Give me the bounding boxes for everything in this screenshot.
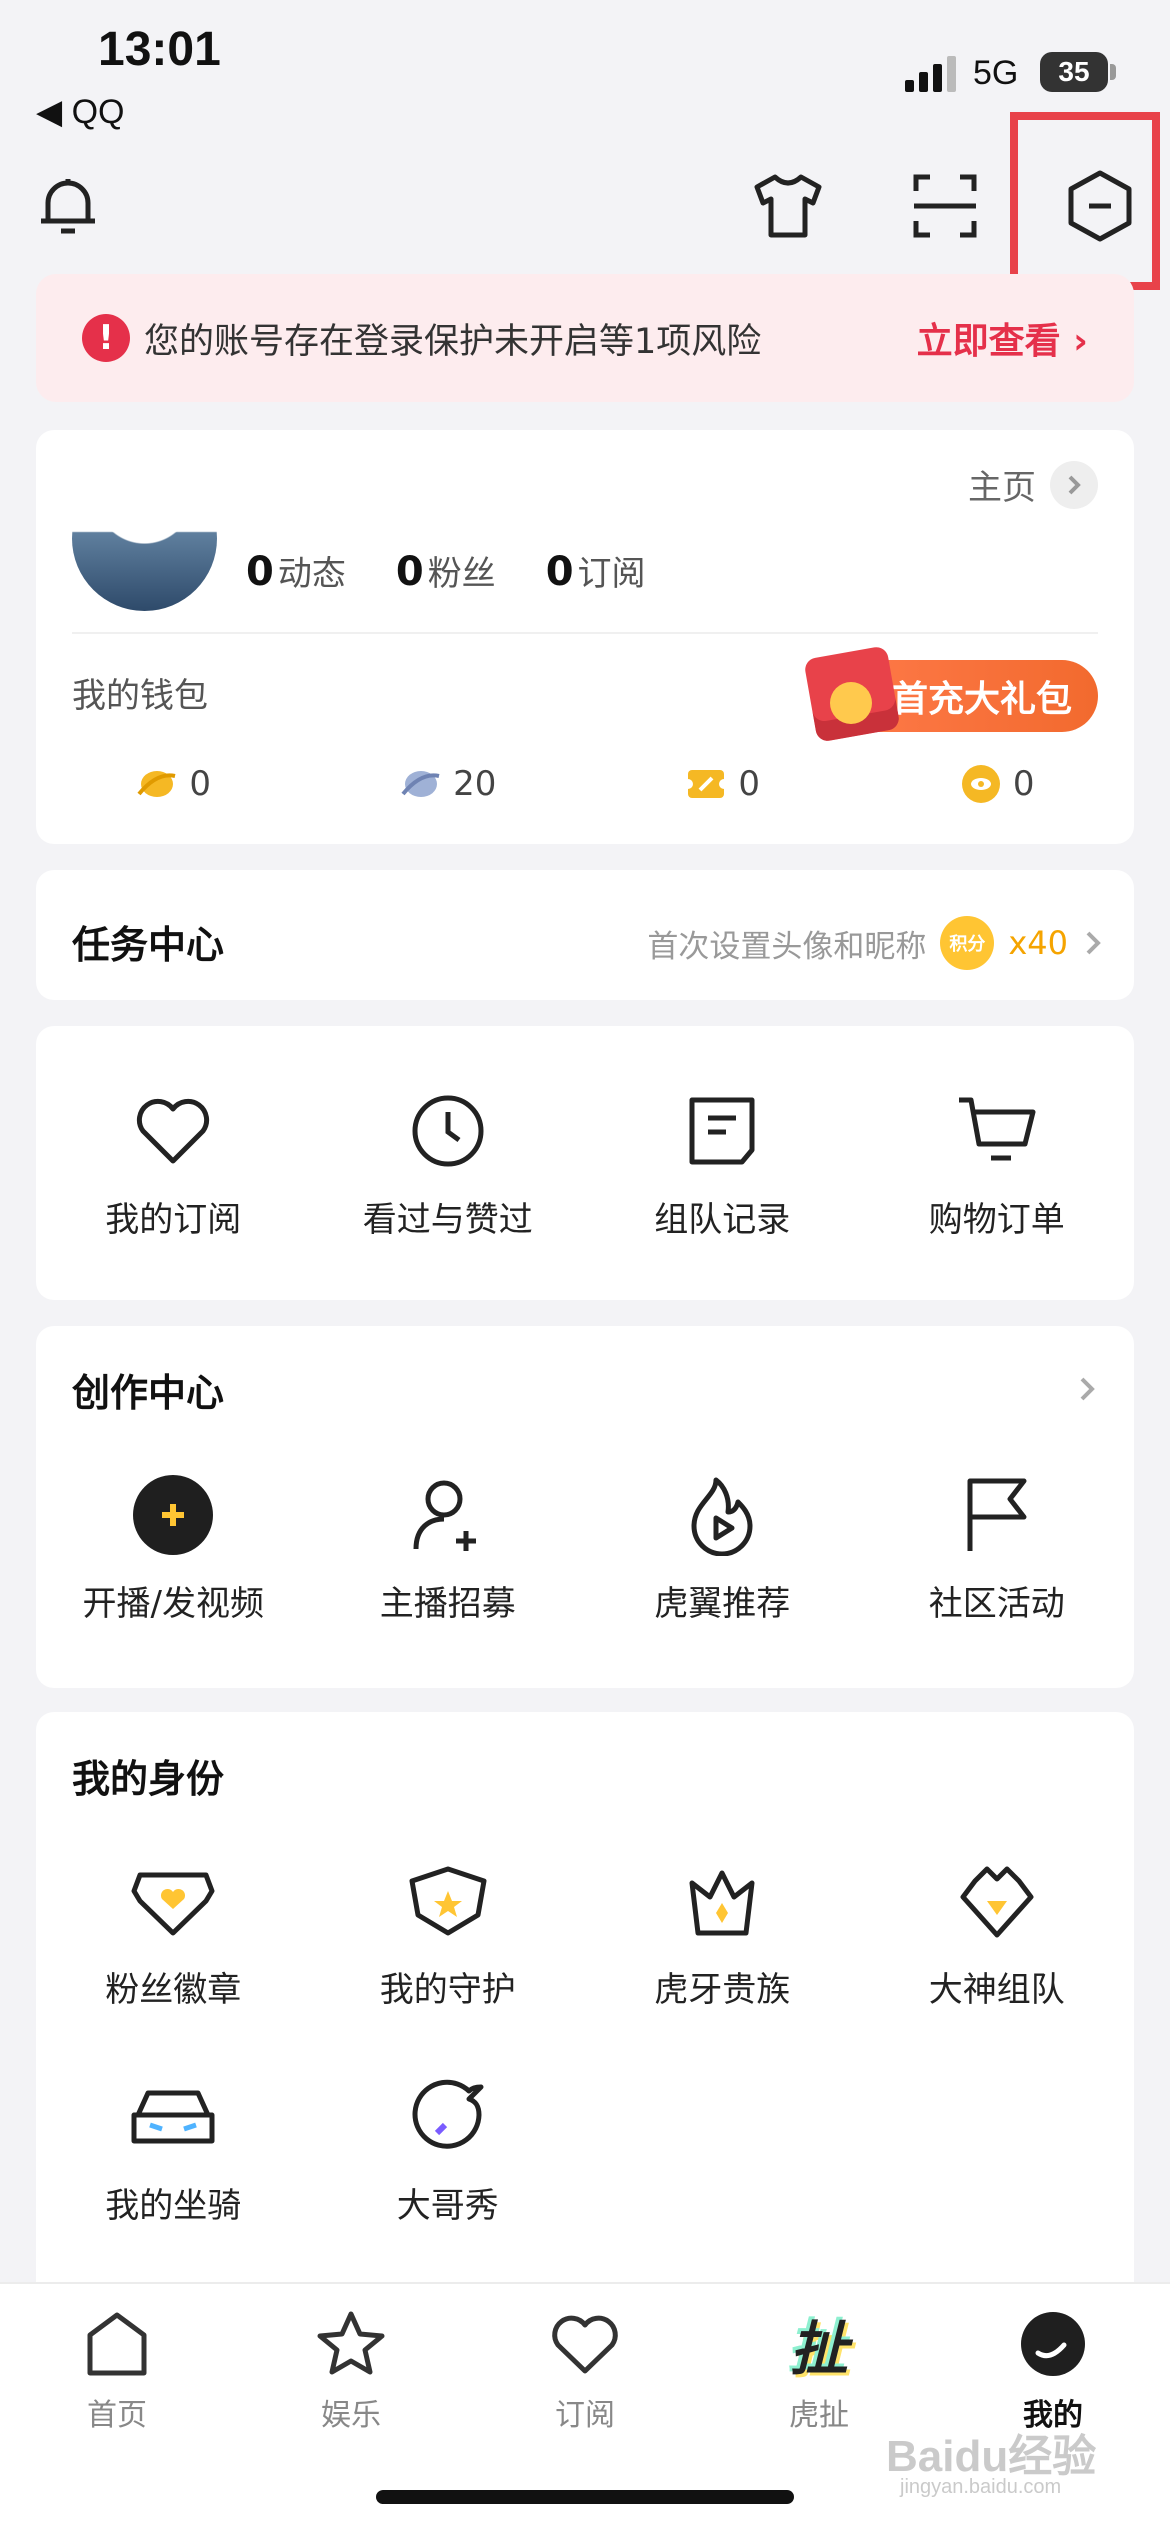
creation-center-title: 创作中心 [72, 1371, 225, 1415]
gold-bean-icon [137, 771, 176, 797]
profile-stats: 0 动态 0 粉丝 0 订阅 [246, 546, 646, 595]
go-live-item[interactable]: 开播/发视频 [36, 1470, 311, 1625]
huyi-recommend-item[interactable]: 虎翼推荐 [585, 1470, 860, 1625]
status-time: 13:01 [98, 23, 221, 76]
identity-title: 我的身份 [72, 1757, 225, 1801]
chevron-right-icon [1050, 460, 1098, 509]
chevron-right-icon [1086, 931, 1101, 955]
home-indicator[interactable] [376, 2490, 794, 2504]
flag-icon [967, 1478, 1027, 1551]
big-brother-show-item[interactable]: 大哥秀 [311, 2072, 586, 2227]
team-record-icon [689, 1097, 755, 1165]
tab-subscribe[interactable]: 订阅 [468, 2304, 702, 2434]
coin-icon [961, 765, 1000, 803]
creation-center-card: 创作中心 开播/发视频 主播招募 虎翼推荐 社区活动 [36, 1326, 1134, 1688]
fan-badge-item[interactable]: 粉丝徽章 [36, 1856, 311, 2011]
stat-fans[interactable]: 0 粉丝 [396, 546, 496, 595]
wallet-coin[interactable]: 0 [860, 762, 1135, 806]
profile-home-link[interactable]: 主页 [968, 460, 1098, 509]
streamer-recruit-item[interactable]: 主播招募 [311, 1470, 586, 1625]
view-now-link[interactable]: 立即查看 › [917, 312, 1088, 364]
avatar[interactable] [72, 466, 217, 611]
heart-icon [137, 1098, 210, 1164]
clock-icon [412, 1095, 484, 1167]
flame-play-icon [691, 1477, 753, 1556]
risk-banner[interactable]: ! 您的账号存在登录保护未开启等1项风险 立即查看 › [36, 274, 1134, 402]
wallet-label: 我的钱包 [72, 676, 208, 716]
stat-posts[interactable]: 0 动态 [246, 546, 346, 595]
my-mount-item[interactable]: 我的坐骑 [36, 2072, 311, 2227]
risk-text: 您的账号存在登录保护未开启等1项风险 [144, 321, 762, 362]
huya-noble-item[interactable]: 虎牙贵族 [585, 1856, 860, 2011]
wallet-row: 0 20 0 0 [36, 762, 1134, 806]
plus-circle-icon [133, 1475, 214, 1555]
diamond-crown-icon [960, 1866, 1034, 1938]
wallet-gold-bean[interactable]: 0 [36, 762, 311, 806]
task-hint[interactable]: 首次设置头像和昵称 积分 x40 [647, 916, 1104, 970]
watched-liked-item[interactable]: 看过与赞过 [311, 1086, 586, 1241]
huche-icon: 扯 [789, 2315, 848, 2383]
crown-icon [689, 1870, 755, 1936]
battery-icon: 35 [1040, 52, 1108, 92]
task-center-title: 任务中心 [72, 923, 225, 967]
stat-subscriptions[interactable]: 0 订阅 [546, 546, 646, 595]
profile-icon [1021, 2312, 1085, 2376]
shopping-orders-item[interactable]: 购物订单 [860, 1086, 1135, 1241]
cart-icon [958, 1097, 1036, 1161]
tab-huche[interactable]: 扯 虎扯 [702, 2304, 936, 2434]
task-hint-text: 首次设置头像和昵称 [647, 928, 927, 965]
highlight-box [1010, 112, 1160, 290]
watermark-url: jingyan.baidu.com [900, 2476, 1062, 2498]
alert-icon: ! [82, 314, 130, 362]
chevron-right-icon[interactable] [1076, 1374, 1098, 1404]
back-to-app-link[interactable]: ◀ QQ [36, 92, 125, 132]
home-icon [87, 2312, 147, 2376]
heart-icon [552, 2315, 618, 2374]
star-icon [317, 2311, 385, 2375]
add-user-icon [413, 1480, 476, 1551]
divider [72, 632, 1098, 634]
identity-card: 我的身份 粉丝徽章 我的守护 虎牙贵族 大神组队 我的坐骑 大哥秀 [36, 1712, 1134, 2312]
wallet-silver-bean[interactable]: 20 [311, 762, 586, 806]
home-link-label: 主页 [968, 468, 1036, 508]
shirt-icon[interactable] [738, 156, 838, 256]
master-team-item[interactable]: 大神组队 [860, 1856, 1135, 2011]
community-events-item[interactable]: 社区活动 [860, 1470, 1135, 1625]
team-records-item[interactable]: 组队记录 [585, 1086, 860, 1241]
profile-card: 0 动态 0 粉丝 0 订阅 主页 我的钱包 首充大礼包 0 20 0 0 [36, 430, 1134, 844]
bubble-icon [412, 2079, 484, 2149]
tab-mine[interactable]: 我的 [936, 2304, 1170, 2434]
fan-badge-icon [131, 1872, 215, 1936]
battery-cap [1110, 64, 1116, 80]
signal-icon [905, 52, 957, 92]
coin-decoration-icon [830, 682, 872, 724]
my-guard-item[interactable]: 我的守护 [311, 1856, 586, 2011]
ticket-icon [684, 770, 729, 798]
points-reward: x40 [1008, 924, 1068, 962]
wallet-ticket[interactable]: 0 [585, 762, 860, 806]
network-type: 5G [973, 54, 1019, 92]
watermark-logo: Baidu经验 [886, 2432, 1097, 2481]
bell-icon[interactable] [18, 156, 118, 256]
quick-links-card: 我的订阅 看过与赞过 组队记录 购物订单 [36, 1026, 1134, 1300]
guard-icon [409, 1866, 487, 1936]
my-subscriptions-item[interactable]: 我的订阅 [36, 1086, 311, 1241]
tab-home[interactable]: 首页 [0, 2304, 234, 2434]
silver-bean-icon [401, 771, 440, 797]
task-center-card[interactable]: 任务中心 首次设置头像和昵称 积分 x40 [36, 870, 1134, 1000]
tab-entertainment[interactable]: 娱乐 [234, 2304, 468, 2434]
points-badge-icon: 积分 [940, 916, 995, 970]
scan-icon[interactable] [895, 156, 995, 256]
car-icon [131, 2090, 215, 2144]
